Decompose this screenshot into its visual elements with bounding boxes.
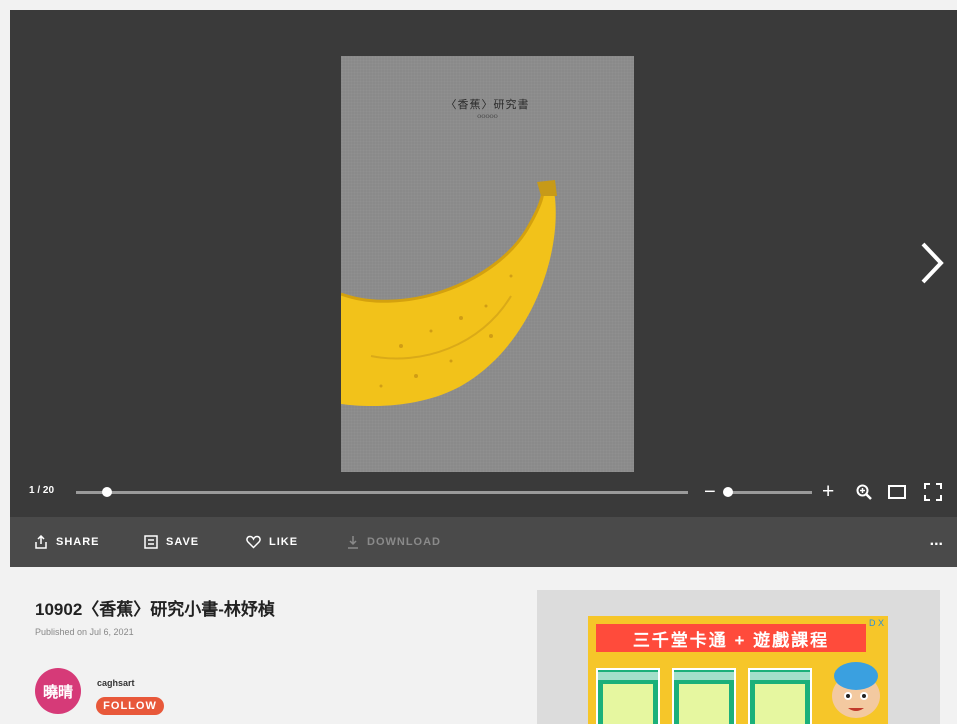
ad-banner-image[interactable]: 三千堂卡通 + 遊戲課程 D X xyxy=(588,616,888,724)
like-button[interactable]: LIKE xyxy=(246,517,298,567)
more-options-button[interactable]: ... xyxy=(930,532,943,550)
published-date: Published on Jul 6, 2021 xyxy=(35,627,134,637)
heart-icon xyxy=(246,535,261,549)
author-name[interactable]: caghsart xyxy=(97,678,135,688)
avatar[interactable]: 曉晴 xyxy=(35,668,81,714)
document-page: 〈香蕉〉研究書 OOOOO xyxy=(341,56,634,472)
zoom-in-button[interactable]: + xyxy=(822,481,834,502)
zoom-slider-track[interactable] xyxy=(724,491,812,494)
zoom-in-icon[interactable] xyxy=(855,483,873,501)
share-label: SHARE xyxy=(56,536,100,548)
page-progress-handle[interactable] xyxy=(101,487,112,497)
zoom-out-button[interactable]: − xyxy=(704,482,716,502)
document-viewer: 〈香蕉〉研究書 OOOOO 1 / 20 − + xyxy=(10,10,957,517)
zoom-slider-handle[interactable] xyxy=(723,487,734,497)
share-button[interactable]: SHARE xyxy=(34,517,100,567)
save-button[interactable]: SAVE xyxy=(144,517,199,567)
ad-close-button[interactable]: D X xyxy=(869,618,884,628)
cartoon-character-icon xyxy=(832,662,880,718)
fullscreen-icon[interactable] xyxy=(924,483,942,501)
save-icon xyxy=(144,535,158,549)
single-page-icon[interactable] xyxy=(888,483,906,501)
ad-card xyxy=(672,668,736,724)
document-title: 10902〈香蕉〉研究小書-林妤楨 xyxy=(35,600,275,619)
action-bar: SHARE SAVE LIKE DOWNLOAD ... xyxy=(10,517,957,567)
ad-headline: 三千堂卡通 + 遊戲課程 xyxy=(596,624,866,652)
viewer-controls: 1 / 20 − + xyxy=(10,480,957,504)
share-icon xyxy=(35,535,47,549)
download-label: DOWNLOAD xyxy=(367,536,441,548)
save-label: SAVE xyxy=(166,536,200,548)
follow-button[interactable]: FOLLOW xyxy=(96,697,164,715)
ad-container: 三千堂卡通 + 遊戲課程 D X xyxy=(537,590,940,724)
avatar-text: 曉晴 xyxy=(42,683,73,701)
banana-illustration xyxy=(341,180,557,407)
chevron-right-icon[interactable] xyxy=(917,238,947,288)
download-icon xyxy=(348,536,358,549)
page-indicator: 1 / 20 xyxy=(29,485,55,496)
ad-card xyxy=(748,668,812,724)
like-label: LIKE xyxy=(269,536,299,548)
ad-card xyxy=(596,668,660,724)
download-button: DOWNLOAD xyxy=(347,517,441,567)
page-progress-track[interactable] xyxy=(76,491,688,494)
